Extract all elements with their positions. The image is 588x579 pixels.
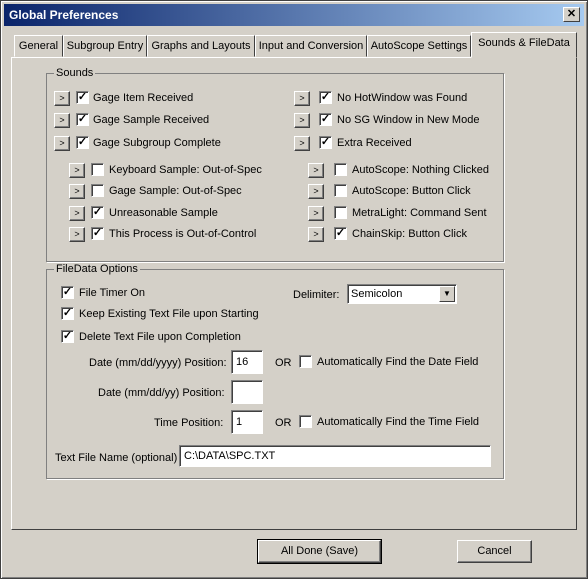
auto-date-label: Automatically Find the Date Field: [317, 356, 479, 368]
sound-checkbox[interactable]: [334, 163, 347, 176]
tab-autoscope-settings[interactable]: AutoScope Settings: [367, 35, 471, 57]
play-sound-button[interactable]: >: [54, 136, 70, 151]
sound-checkbox[interactable]: ✓: [91, 206, 104, 219]
close-icon[interactable]: ✕: [563, 7, 580, 22]
filedata-legend: FileData Options: [54, 263, 140, 276]
sound-checkbox[interactable]: ✓: [334, 227, 347, 240]
sound-checkbox[interactable]: ✓: [319, 91, 332, 104]
time-position-label: Time Position:: [154, 417, 224, 429]
sound-checkbox[interactable]: [91, 163, 104, 176]
sound-label: AutoScope: Button Click: [352, 185, 471, 197]
save-button[interactable]: All Done (Save): [257, 539, 382, 564]
time-position-input[interactable]: [231, 410, 263, 434]
date-long-label: Date (mm/dd/yyyy) Position:: [89, 357, 227, 369]
play-sound-button[interactable]: >: [69, 206, 85, 221]
delete-on-completion-checkbox[interactable]: ✓: [61, 330, 74, 343]
or-label: OR: [275, 417, 292, 429]
global-preferences-window: Global Preferences ✕ General Subgroup En…: [0, 0, 588, 579]
sound-label: Extra Received: [337, 137, 412, 149]
sound-label: AutoScope: Nothing Clicked: [352, 164, 489, 176]
sound-checkbox[interactable]: ✓: [76, 91, 89, 104]
date-short-label: Date (mm/dd/yy) Position:: [98, 387, 225, 399]
tab-input-and-conversion[interactable]: Input and Conversion: [255, 35, 367, 57]
sound-label: ChainSkip: Button Click: [352, 228, 467, 240]
title-bar: Global Preferences ✕: [4, 4, 584, 26]
sound-label: MetraLight: Command Sent: [352, 207, 487, 219]
sound-label: This Process is Out-of-Control: [109, 228, 257, 240]
sound-checkbox[interactable]: ✓: [76, 113, 89, 126]
sound-checkbox[interactable]: ✓: [319, 113, 332, 126]
play-sound-button[interactable]: >: [54, 91, 70, 106]
sound-checkbox[interactable]: [334, 184, 347, 197]
sound-checkbox[interactable]: ✓: [76, 136, 89, 149]
keep-existing-label: Keep Existing Text File upon Starting: [79, 308, 259, 320]
play-sound-button[interactable]: >: [54, 113, 70, 128]
file-timer-label: File Timer On: [79, 287, 146, 299]
play-sound-button[interactable]: >: [308, 163, 324, 178]
sound-label: Unreasonable Sample: [109, 207, 218, 219]
window-title: Global Preferences: [9, 8, 119, 22]
sound-checkbox[interactable]: ✓: [91, 227, 104, 240]
auto-time-checkbox[interactable]: [299, 415, 312, 428]
sound-label: No HotWindow was Found: [337, 92, 468, 104]
tab-sounds-filedata[interactable]: Sounds & FileData: [471, 32, 577, 58]
file-timer-checkbox[interactable]: ✓: [61, 286, 74, 299]
sound-checkbox[interactable]: [91, 184, 104, 197]
play-sound-button[interactable]: >: [294, 113, 310, 128]
play-sound-button[interactable]: >: [294, 91, 310, 106]
keep-existing-checkbox[interactable]: ✓: [61, 307, 74, 320]
date-long-position-input[interactable]: [231, 350, 263, 374]
delete-on-completion-label: Delete Text File upon Completion: [79, 331, 241, 343]
filename-input[interactable]: [179, 445, 491, 467]
sound-label: Gage Sample Received: [93, 114, 210, 126]
cancel-button[interactable]: Cancel: [457, 540, 532, 563]
sound-label: No SG Window in New Mode: [337, 114, 480, 126]
play-sound-button[interactable]: >: [308, 184, 324, 199]
filename-label: Text File Name (optional): [55, 452, 178, 464]
or-label: OR: [275, 357, 292, 369]
play-sound-button[interactable]: >: [69, 227, 85, 242]
sound-label: Gage Item Received: [93, 92, 194, 104]
tab-panel-sounds-filedata: Sounds > ✓ Gage Item Received > ✓ Gage S…: [11, 57, 577, 530]
sound-label: Gage Sample: Out-of-Spec: [109, 185, 242, 197]
sound-label: Gage Subgroup Complete: [93, 137, 221, 149]
tab-graphs-and-layouts[interactable]: Graphs and Layouts: [147, 35, 255, 57]
auto-time-label: Automatically Find the Time Field: [317, 416, 480, 428]
date-short-position-input[interactable]: [231, 380, 263, 404]
tab-subgroup-entry[interactable]: Subgroup Entry: [63, 35, 147, 57]
play-sound-button[interactable]: >: [308, 227, 324, 242]
play-sound-button[interactable]: >: [294, 136, 310, 151]
sound-checkbox[interactable]: [334, 206, 347, 219]
auto-date-checkbox[interactable]: [299, 355, 312, 368]
tab-general[interactable]: General: [14, 35, 63, 57]
delimiter-select[interactable]: Semicolon ▼: [347, 284, 457, 304]
sound-label: Keyboard Sample: Out-of-Spec: [109, 164, 262, 176]
play-sound-button[interactable]: >: [308, 206, 324, 221]
chevron-down-icon[interactable]: ▼: [439, 286, 455, 302]
play-sound-button[interactable]: >: [69, 184, 85, 199]
sound-checkbox[interactable]: ✓: [319, 136, 332, 149]
delimiter-label: Delimiter:: [293, 289, 340, 301]
delimiter-value: Semicolon: [351, 288, 403, 300]
sounds-legend: Sounds: [54, 67, 96, 80]
play-sound-button[interactable]: >: [69, 163, 85, 178]
